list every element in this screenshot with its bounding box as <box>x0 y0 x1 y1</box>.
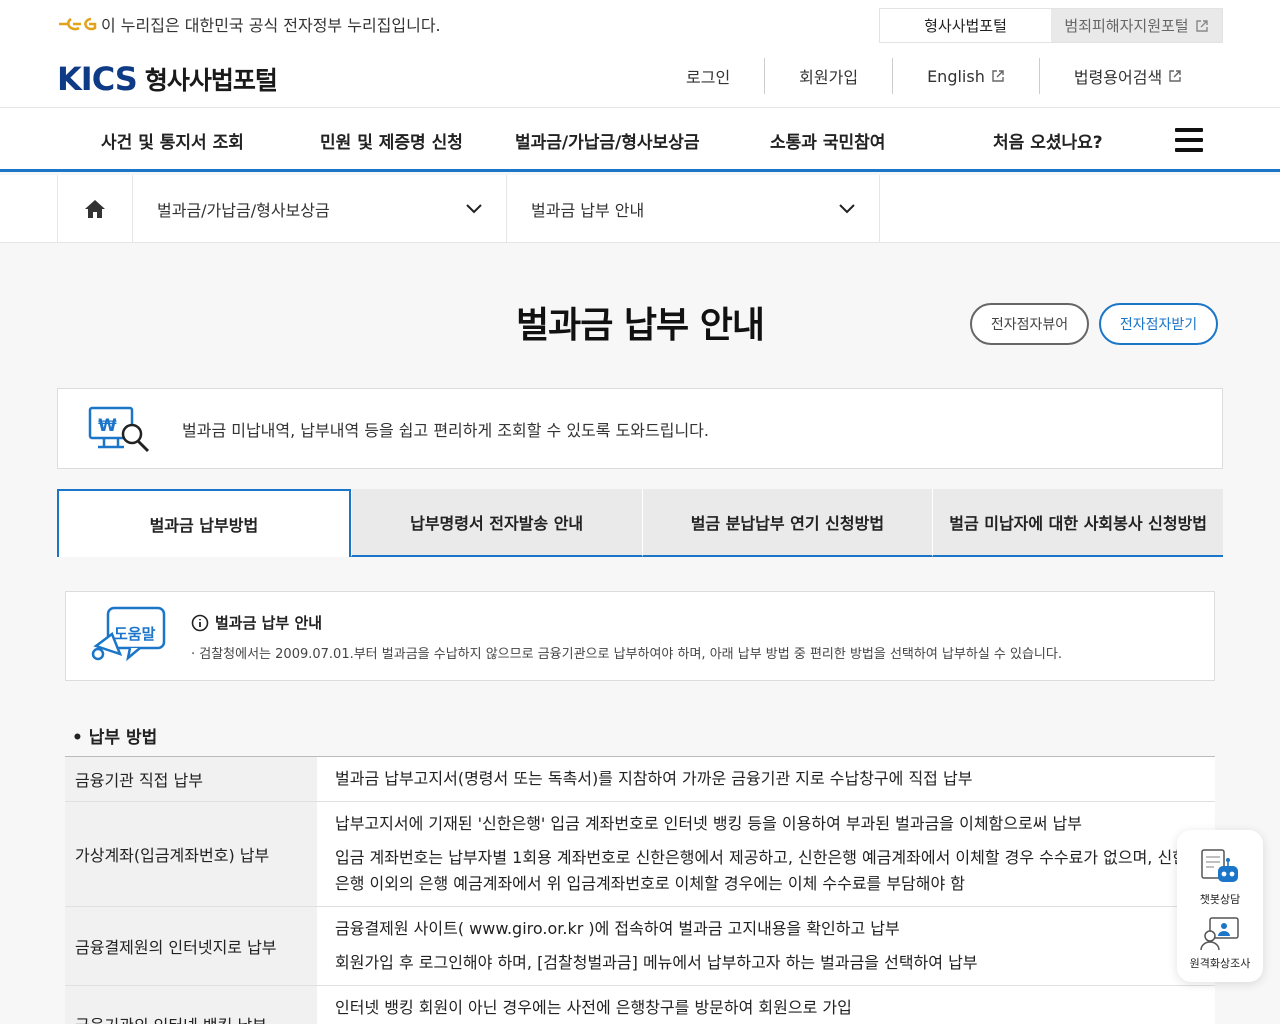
gnb-case-lookup[interactable]: 사건 및 통지서 조회 <box>101 128 244 153</box>
gnb-fines[interactable]: 벌과금/가납금/형사보상금 <box>515 128 699 153</box>
breadcrumb: 벌과금/가납금/형사보상금 벌과금 납부 안내 <box>0 175 1280 243</box>
portal-switch: 형사사법포털 범죄피해자지원포털 <box>879 8 1223 43</box>
method-desc: 벌과금 납부고지서(명령서 또는 독촉서)를 지참하여 가까운 금융기관 지로 … <box>317 756 1215 802</box>
gnb-civil-petition[interactable]: 민원 및 제증명 신청 <box>320 128 463 153</box>
tab-community-service[interactable]: 벌금 미납자에 대한 사회봉사 신청방법 <box>932 489 1223 557</box>
breadcrumb-level2-dropdown[interactable]: 벌과금 납부 안내 <box>507 175 880 243</box>
home-icon <box>85 200 105 218</box>
external-link-icon <box>992 70 1004 82</box>
logo-text: 형사사법포털 <box>144 66 278 95</box>
table-row: 금융기관의 인터넷 뱅킹 납부 인터넷 뱅킹 회원이 아닌 경우에는 사전에 은… <box>65 985 1215 1024</box>
chevron-down-icon <box>839 204 855 214</box>
payment-method-table: 금융기관 직접 납부 벌과금 납부고지서(명령서 또는 독촉서)를 지참하여 가… <box>65 756 1215 1024</box>
table-row: 가상계좌(입금계좌번호) 납부 납부고지서에 기재된 '신한은행' 입금 계좌번… <box>65 801 1215 907</box>
gov-notice-text: 이 누리집은 대한민국 공식 전자정부 누리집입니다. <box>101 16 441 35</box>
intro-text: 벌과금 미납내역, 납부내역 등을 쉽고 편리하게 조회할 수 있도록 도와드립… <box>182 420 709 440</box>
logo-mark: KICS <box>57 60 138 98</box>
help-box: 도움말 벌과금 납부 안내 · 검찰청에서는 2009.07.01.부터 벌과금… <box>65 591 1215 681</box>
hamburger-icon[interactable] <box>1175 128 1203 152</box>
tab-e-notice[interactable]: 납부명령서 전자발송 안내 <box>350 489 642 557</box>
chatbot-icon <box>1201 849 1238 882</box>
method-name: 금융기관의 인터넷 뱅킹 납부 <box>65 985 317 1024</box>
section-title: • 납부 방법 <box>72 728 158 748</box>
external-link-icon <box>1169 70 1181 82</box>
svg-text:₩: ₩ <box>98 416 117 436</box>
won-search-icon: ₩ <box>88 406 150 452</box>
video-investigation-button[interactable]: 원격화상조사 <box>1177 914 1263 971</box>
floating-quick-menu: 챗봇상담 원격화상조사 <box>1177 830 1263 982</box>
signup-link[interactable]: 회원가입 <box>764 58 892 94</box>
global-nav: 사건 및 통지서 조회 민원 및 제증명 신청 벌과금/가납금/형사보상금 소통… <box>0 108 1280 172</box>
law-term-search-link[interactable]: 법령용어검색 <box>1038 58 1216 94</box>
help-desc: · 검찰청에서는 2009.07.01.부터 벌과금을 수납하지 않으므로 금융… <box>191 647 1062 662</box>
braille-download-button[interactable]: 전자점자받기 <box>1099 303 1218 345</box>
site-header: KICS 형사사법포털 로그인 회원가입 English 법령용어검색 <box>0 52 1280 108</box>
info-icon <box>191 614 209 631</box>
help-badge: 도움말 <box>114 625 156 643</box>
chevron-down-icon <box>466 204 482 214</box>
login-link[interactable]: 로그인 <box>652 58 764 94</box>
chatbot-button[interactable]: 챗봇상담 <box>1177 848 1263 907</box>
gnb-first-visit[interactable]: 처음 오셨나요? <box>993 128 1103 153</box>
portal-kics-tab[interactable]: 형사사법포털 <box>880 9 1051 42</box>
method-name: 금융기관 직접 납부 <box>65 756 317 802</box>
gov-notice-bar: 이 누리집은 대한민국 공식 전자정부 누리집입니다. 형사사법포털 범죄피해자… <box>0 0 1280 52</box>
method-desc: 납부고지서에 기재된 '신한은행' 입금 계좌번호로 인터넷 뱅킹 등을 이용하… <box>317 801 1215 907</box>
method-desc: 금융결제원 사이트( www.giro.or.kr )에 접속하여 벌과금 고지… <box>317 906 1215 986</box>
method-desc: 인터넷 뱅킹 회원이 아닌 경우에는 사전에 은행창구를 방문하여 회원으로 가… <box>317 985 1215 1024</box>
intro-box: ₩ 벌과금 미납내역, 납부내역 등을 쉽고 편리하게 조회할 수 있도록 도와… <box>57 388 1223 469</box>
braille-viewer-button[interactable]: 전자점자뷰어 <box>970 303 1089 345</box>
gov-notice: 이 누리집은 대한민국 공식 전자정부 누리집입니다. <box>57 12 441 36</box>
table-row: 금융기관 직접 납부 벌과금 납부고지서(명령서 또는 독촉서)를 지참하여 가… <box>65 756 1215 802</box>
portal-victim-tab[interactable]: 범죄피해자지원포털 <box>1051 9 1222 42</box>
method-name: 금융결제원의 인터넷지로 납부 <box>65 906 317 986</box>
site-logo[interactable]: KICS 형사사법포털 <box>57 60 278 98</box>
external-link-icon <box>1195 19 1208 32</box>
utility-links: 로그인 회원가입 English 법령용어검색 <box>652 58 1216 94</box>
english-link[interactable]: English <box>892 58 1039 94</box>
breadcrumb-level1-dropdown[interactable]: 벌과금/가납금/형사보상금 <box>133 175 507 243</box>
method-name: 가상계좌(입금계좌번호) 납부 <box>65 801 317 907</box>
video-call-icon <box>1200 917 1239 951</box>
home-button[interactable] <box>57 175 133 243</box>
help-title: 벌과금 납부 안내 <box>191 612 322 633</box>
content-tabs: 벌과금 납부방법 납부명령서 전자발송 안내 벌금 분납납부 연기 신청방법 벌… <box>57 489 1223 557</box>
tab-installment[interactable]: 벌금 분납납부 연기 신청방법 <box>641 489 933 557</box>
table-row: 금융결제원의 인터넷지로 납부 금융결제원 사이트( www.giro.or.k… <box>65 906 1215 986</box>
gnb-communication[interactable]: 소통과 국민참여 <box>770 128 885 153</box>
tab-payment-method[interactable]: 벌과금 납부방법 <box>57 489 351 557</box>
nuri-logo-icon <box>59 17 97 31</box>
